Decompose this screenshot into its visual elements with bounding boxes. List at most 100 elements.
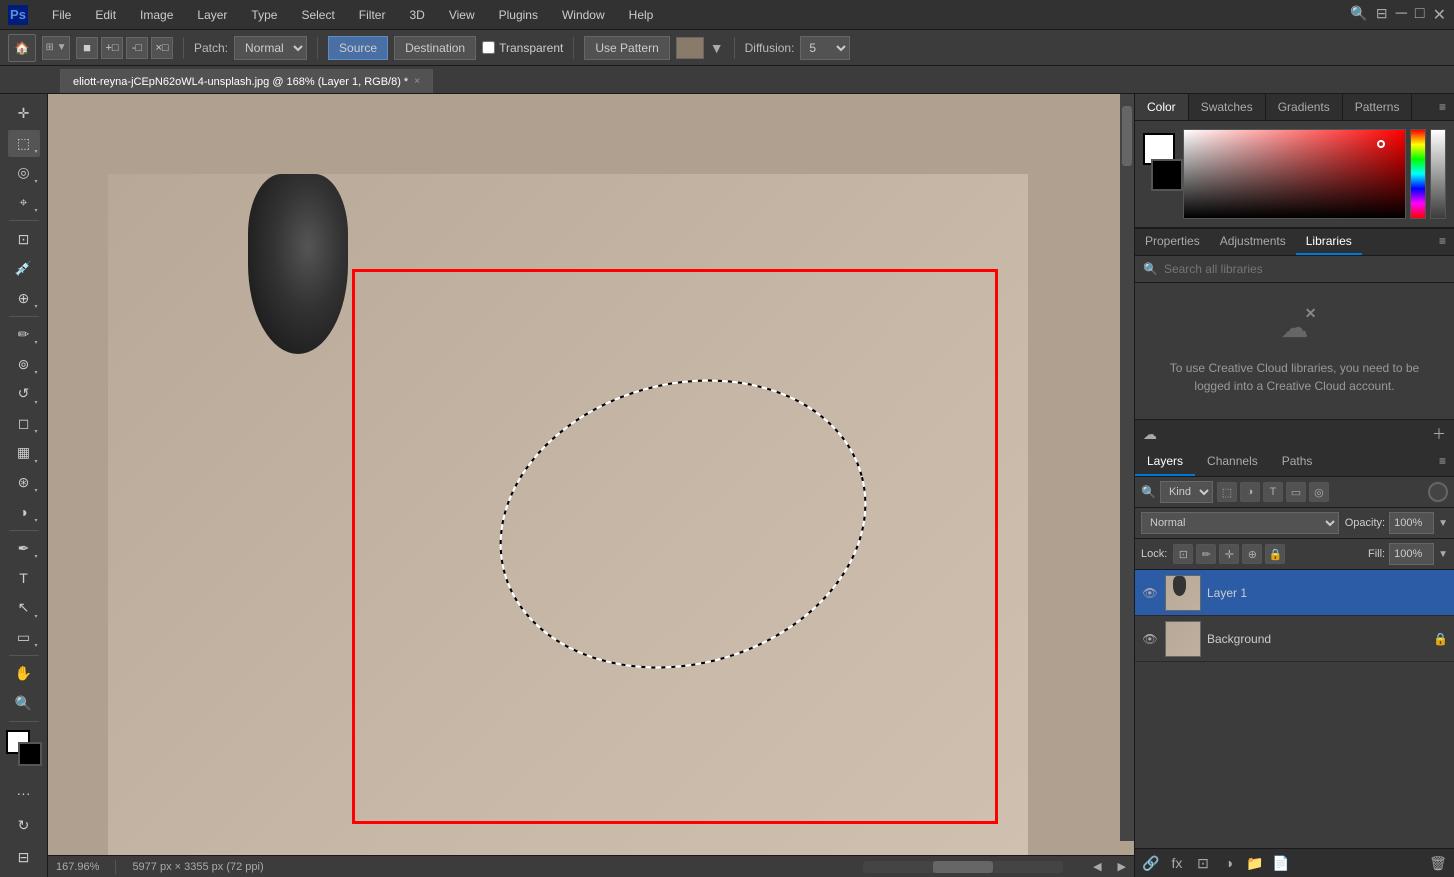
horizontal-scroll-thumb[interactable] bbox=[933, 861, 993, 873]
clone-tool[interactable]: ⊚▾ bbox=[8, 350, 40, 378]
healing-tool[interactable]: ⊕▾ bbox=[8, 284, 40, 312]
tab-channels[interactable]: Channels bbox=[1195, 448, 1270, 476]
subtract-sel-icon[interactable]: -□ bbox=[126, 37, 148, 59]
lock-move-icon[interactable]: ✛ bbox=[1219, 544, 1239, 564]
menu-plugins[interactable]: Plugins bbox=[495, 6, 542, 24]
vertical-scrollbar[interactable] bbox=[1120, 94, 1134, 841]
filter-icon-left[interactable]: 🔍 bbox=[1141, 485, 1156, 499]
filter-smart-icon[interactable]: ◎ bbox=[1309, 482, 1329, 502]
menu-filter[interactable]: Filter bbox=[355, 6, 390, 24]
lasso-tool[interactable]: ◎▾ bbox=[8, 159, 40, 187]
shape-tool[interactable]: ▭▾ bbox=[8, 624, 40, 652]
delete-layer-icon[interactable]: 🗑 bbox=[1428, 853, 1448, 873]
link-layers-icon[interactable]: 🔗 bbox=[1141, 853, 1161, 873]
menu-help[interactable]: Help bbox=[625, 6, 658, 24]
eraser-tool[interactable]: ◻▾ bbox=[8, 410, 40, 438]
pattern-dropdown-icon[interactable]: ▼ bbox=[710, 40, 724, 56]
tab-close-button[interactable]: × bbox=[414, 76, 420, 87]
canvas-viewport[interactable] bbox=[48, 94, 1134, 855]
add-mask-icon[interactable]: ⊡ bbox=[1193, 853, 1213, 873]
library-cloud-icon[interactable]: ☁ bbox=[1143, 426, 1157, 443]
gradient-tool[interactable]: ▦▾ bbox=[8, 439, 40, 467]
crop-tool[interactable]: ⊡ bbox=[8, 225, 40, 253]
sub-panel-menu[interactable]: ≡ bbox=[1431, 229, 1454, 255]
menu-edit[interactable]: Edit bbox=[91, 6, 120, 24]
color-picker-cursor[interactable] bbox=[1377, 140, 1385, 148]
eyedropper-tool[interactable]: 💉 bbox=[8, 255, 40, 283]
menu-layer[interactable]: Layer bbox=[193, 6, 231, 24]
menu-type[interactable]: Type bbox=[247, 6, 281, 24]
menu-3d[interactable]: 3D bbox=[405, 6, 428, 24]
intersect-sel-icon[interactable]: ×□ bbox=[151, 37, 173, 59]
tab-gradients[interactable]: Gradients bbox=[1266, 94, 1343, 120]
horizontal-scrollbar[interactable] bbox=[863, 861, 1063, 873]
tab-layers[interactable]: Layers bbox=[1135, 448, 1195, 476]
selection-tool[interactable]: ⬚▾ bbox=[8, 130, 40, 158]
document-tab[interactable]: eliott-reyna-jCEpN62oWL4-unsplash.jpg @ … bbox=[60, 69, 433, 93]
opacity-slider-vertical[interactable] bbox=[1430, 129, 1446, 219]
filter-type-icon[interactable]: T bbox=[1263, 482, 1283, 502]
color-panel-menu[interactable]: ≡ bbox=[1431, 94, 1454, 120]
tab-paths[interactable]: Paths bbox=[1270, 448, 1325, 476]
square-sel-icon[interactable]: ■ bbox=[76, 37, 98, 59]
close-icon[interactable]: ✕ bbox=[1433, 5, 1446, 25]
new-fill-layer-icon[interactable]: ◑ bbox=[1219, 853, 1239, 873]
more-tools[interactable]: ··· bbox=[8, 780, 40, 808]
tab-patterns[interactable]: Patterns bbox=[1343, 94, 1413, 120]
nav-arrow-right[interactable]: ▶ bbox=[1118, 860, 1126, 873]
home-icon[interactable]: 🏠 bbox=[8, 34, 36, 62]
new-group-icon[interactable]: 📁 bbox=[1245, 853, 1265, 873]
tab-swatches[interactable]: Swatches bbox=[1189, 94, 1266, 120]
background-color-swatch[interactable] bbox=[1151, 159, 1183, 191]
patch-tool-options[interactable]: ⊞ ▼ bbox=[42, 36, 70, 60]
brush-tool[interactable]: ✏▾ bbox=[8, 321, 40, 349]
filter-circle-toggle[interactable] bbox=[1428, 482, 1448, 502]
opacity-input[interactable] bbox=[1389, 512, 1434, 534]
background-color[interactable] bbox=[18, 742, 42, 766]
tab-libraries[interactable]: Libraries bbox=[1296, 229, 1362, 255]
lock-artboard-icon[interactable]: ⊕ bbox=[1242, 544, 1262, 564]
new-layer-icon[interactable]: 📄 bbox=[1271, 853, 1291, 873]
diffusion-select[interactable]: 5 bbox=[800, 36, 850, 60]
filter-pixel-icon[interactable]: ⬚ bbox=[1217, 482, 1237, 502]
menu-file[interactable]: File bbox=[48, 6, 75, 24]
layer-item-background[interactable]: 👁 Background 🔒 bbox=[1135, 616, 1454, 662]
source-button[interactable]: Source bbox=[328, 36, 388, 60]
pen-tool[interactable]: ✒▾ bbox=[8, 535, 40, 563]
arrange-icon[interactable]: ⊟ bbox=[1376, 5, 1388, 25]
canvas-mode[interactable]: ⊟ bbox=[8, 843, 40, 871]
menu-image[interactable]: Image bbox=[136, 6, 177, 24]
dodge-tool[interactable]: ◑▾ bbox=[8, 498, 40, 526]
fill-input[interactable] bbox=[1389, 543, 1434, 565]
filter-kind-select[interactable]: Kind bbox=[1160, 481, 1213, 503]
lock-paint-icon[interactable]: ✏ bbox=[1196, 544, 1216, 564]
pattern-thumbnail[interactable] bbox=[676, 37, 704, 59]
opacity-arrow[interactable]: ▼ bbox=[1438, 518, 1448, 529]
vertical-scroll-thumb[interactable] bbox=[1122, 106, 1132, 166]
text-tool[interactable]: T bbox=[8, 564, 40, 592]
tab-adjustments[interactable]: Adjustments bbox=[1210, 229, 1296, 255]
hue-slider[interactable] bbox=[1410, 129, 1426, 219]
layer-fx-icon[interactable]: fx bbox=[1167, 853, 1187, 873]
layers-panel-menu[interactable]: ≡ bbox=[1431, 448, 1454, 476]
move-tool[interactable]: ✛ bbox=[8, 100, 40, 128]
menu-window[interactable]: Window bbox=[558, 6, 609, 24]
tab-color[interactable]: Color bbox=[1135, 94, 1189, 120]
lock-all-icon[interactable]: 🔒 bbox=[1265, 544, 1285, 564]
color-spectrum[interactable] bbox=[1183, 129, 1406, 219]
filter-shape-icon[interactable]: ▭ bbox=[1286, 482, 1306, 502]
library-add-icon[interactable]: ＋ bbox=[1432, 424, 1446, 444]
menu-select[interactable]: Select bbox=[297, 6, 338, 24]
add-sel-icon[interactable]: +□ bbox=[101, 37, 123, 59]
layer-item-layer1[interactable]: 👁 Layer 1 bbox=[1135, 570, 1454, 616]
blur-tool[interactable]: ⊛▾ bbox=[8, 469, 40, 497]
use-pattern-button[interactable]: Use Pattern bbox=[584, 36, 669, 60]
blend-mode-select[interactable]: Normal bbox=[1141, 512, 1339, 534]
rotate-canvas[interactable]: ↻ bbox=[8, 811, 40, 839]
library-search-input[interactable] bbox=[1164, 262, 1446, 276]
destination-button[interactable]: Destination bbox=[394, 36, 476, 60]
search-icon[interactable]: 🔍 bbox=[1350, 5, 1367, 25]
nav-arrow-left[interactable]: ◀ bbox=[1093, 860, 1101, 873]
filter-adjust-icon[interactable]: ◑ bbox=[1240, 482, 1260, 502]
fill-arrow[interactable]: ▼ bbox=[1438, 549, 1448, 560]
